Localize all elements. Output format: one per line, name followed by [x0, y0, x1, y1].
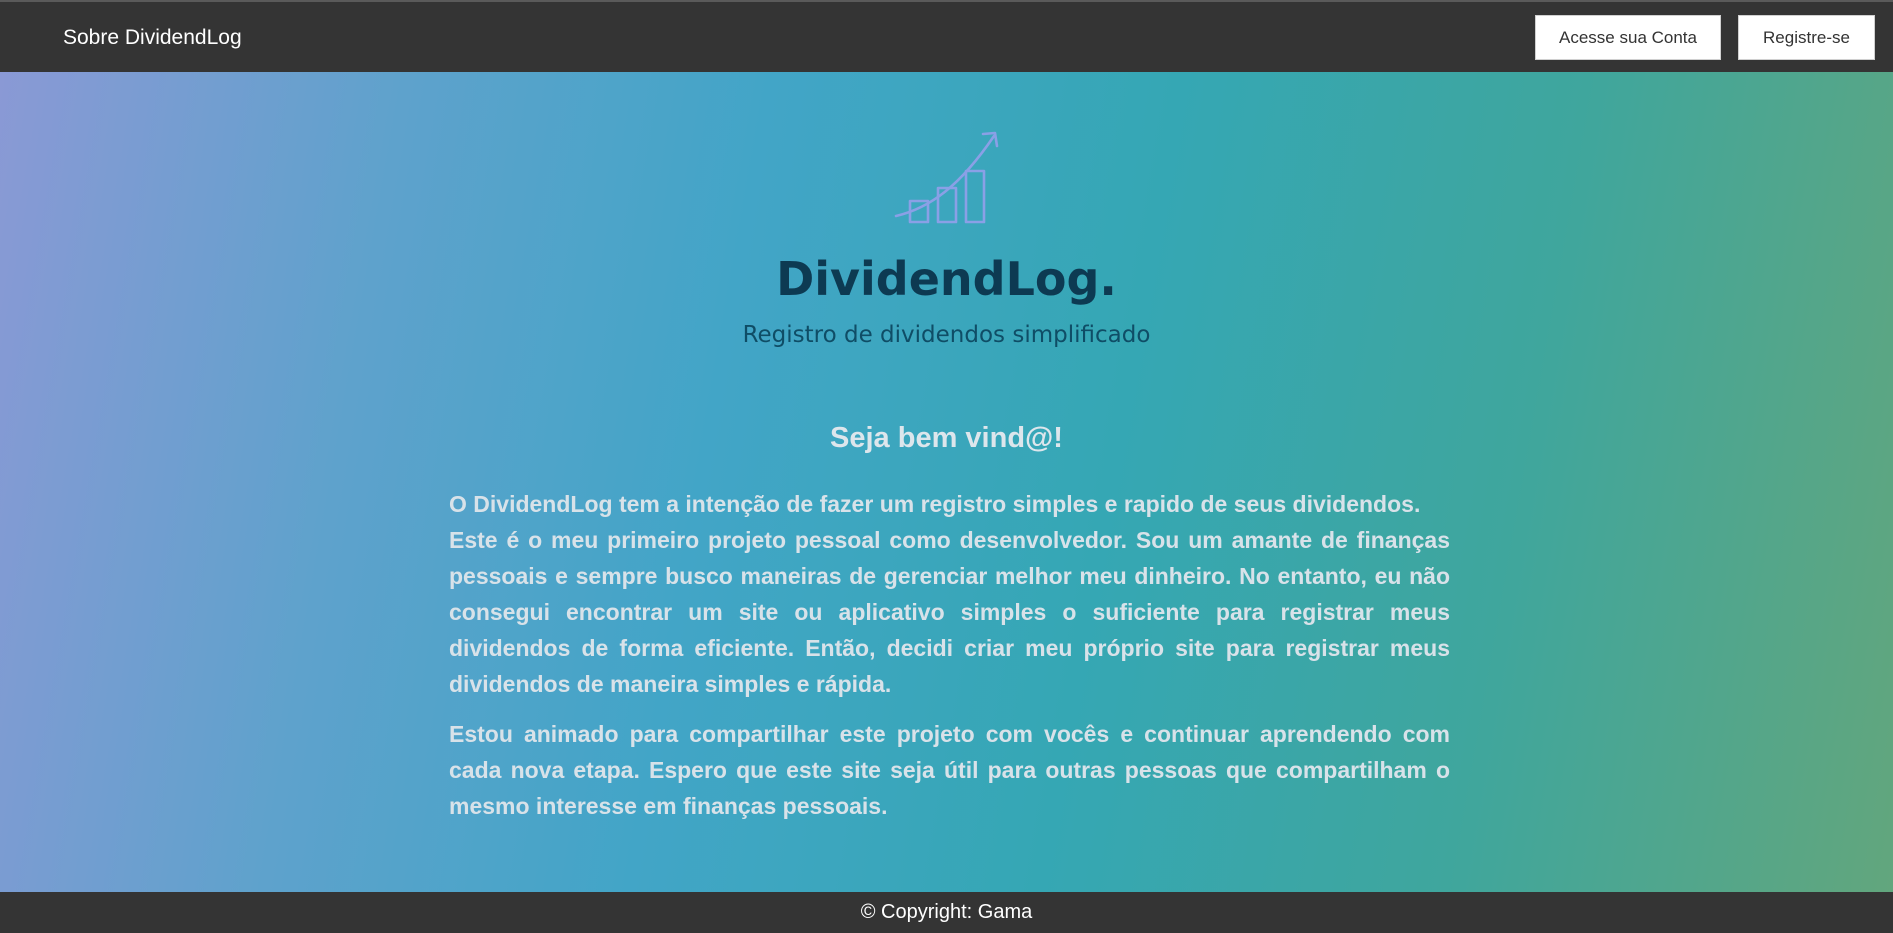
- about-link[interactable]: Sobre DividendLog: [63, 26, 242, 50]
- intro-paragraph-1: O DividendLog tem a intenção de fazer um…: [449, 486, 1450, 702]
- welcome-heading: Seja bem vind@!: [830, 422, 1063, 454]
- rising-chart-icon: [890, 116, 1002, 228]
- app-title: DividendLog.: [776, 252, 1117, 306]
- login-button[interactable]: Acesse sua Conta: [1535, 15, 1721, 60]
- intro-paragraph-2: Estou animado para compartilhar este pro…: [449, 721, 1450, 819]
- intro-line-2: Este é o meu primeiro projeto pessoal co…: [449, 527, 1450, 697]
- main-hero: DividendLog. Registro de dividendos simp…: [0, 72, 1893, 892]
- app-subtitle: Registro de dividendos simplificado: [742, 322, 1151, 348]
- copyright-text: © Copyright: Gama: [860, 901, 1033, 923]
- intro-content: O DividendLog tem a intenção de fazer um…: [449, 486, 1450, 824]
- intro-line-1: O DividendLog tem a intenção de fazer um…: [449, 491, 1421, 517]
- register-button[interactable]: Registre-se: [1738, 15, 1875, 60]
- footer: © Copyright: Gama: [0, 892, 1893, 933]
- top-navbar: Sobre DividendLog Acesse sua Conta Regis…: [0, 0, 1893, 72]
